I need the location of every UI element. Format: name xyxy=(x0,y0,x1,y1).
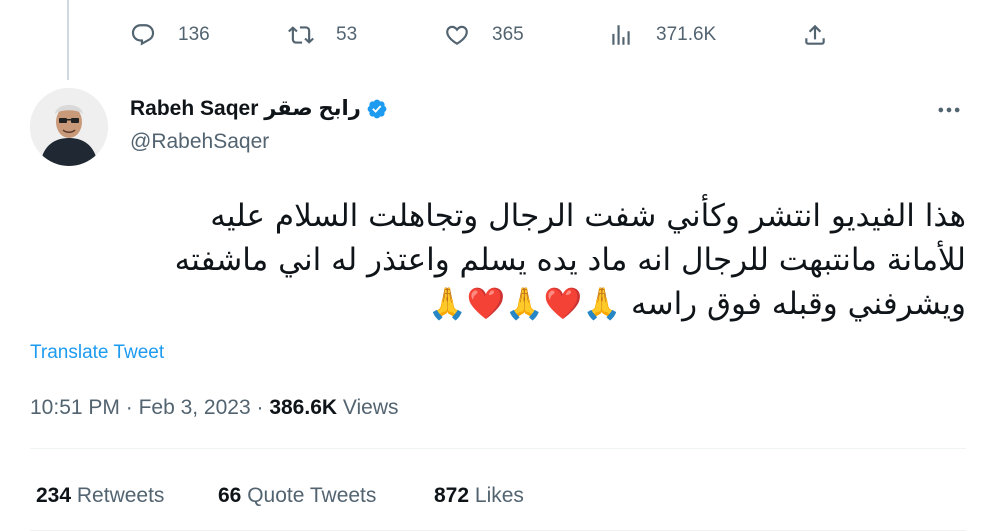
quote-tweets-stat-link[interactable]: 66 Quote Tweets xyxy=(218,484,376,508)
translate-tweet-link[interactable]: Translate Tweet xyxy=(30,342,164,364)
retweets-stat-label: Retweets xyxy=(76,484,165,507)
likes-stat-label: Likes xyxy=(474,484,524,507)
retweet-button[interactable]: 53 xyxy=(288,22,357,48)
reply-count: 136 xyxy=(178,24,210,45)
thread-connector-line xyxy=(67,0,69,80)
tweet-date[interactable]: Feb 3, 2023 xyxy=(139,396,251,419)
tweet-text-line: هذا الفيديو انتشر وكأني شفت الرجال وتجاه… xyxy=(210,198,966,234)
author-name-row[interactable]: Rabeh Saqer رابح صقر xyxy=(130,96,388,121)
tweet-views-label: Views xyxy=(342,396,399,419)
author-display-name[interactable]: Rabeh Saqer رابح صقر xyxy=(130,96,361,121)
author-handle[interactable]: @RabehSaqer xyxy=(130,130,269,154)
retweet-count: 53 xyxy=(336,24,358,45)
verified-badge-icon xyxy=(367,99,387,118)
tweet-views-count: 386.6K xyxy=(269,396,338,419)
share-icon xyxy=(805,24,825,45)
reply-button[interactable]: 136 xyxy=(130,22,210,48)
reply-icon xyxy=(131,24,155,46)
quotes-stat-count: 66 xyxy=(218,484,242,507)
tweet-text: هذا الفيديو انتشر وكأني شفت الرجال وتجاه… xyxy=(28,194,966,326)
views-button[interactable]: 371.6K xyxy=(608,22,716,48)
retweet-icon xyxy=(288,26,314,44)
more-options-button[interactable] xyxy=(932,96,966,124)
tweet-text-line: ويشرفني وقبله فوق راسه 🙏❤️🙏❤️🙏 xyxy=(428,286,966,322)
tweet-time[interactable]: 10:51 PM xyxy=(30,396,120,419)
like-button[interactable]: 365 xyxy=(444,22,524,48)
likes-stat-link[interactable]: 872 Likes xyxy=(434,484,524,508)
share-button[interactable] xyxy=(802,22,828,48)
views-count: 371.6K xyxy=(656,24,717,45)
more-horizontal-icon xyxy=(938,107,960,113)
bar-chart-icon xyxy=(612,25,630,45)
tweet-text-line: للأمانة مانتبهت للرجال انه ماد يده يسلم … xyxy=(174,242,966,278)
tweet-metadata: 10:51 PM · Feb 3, 2023 · 386.6K Views xyxy=(30,396,399,420)
divider xyxy=(30,448,966,449)
author-avatar[interactable] xyxy=(30,88,108,166)
likes-stat-count: 872 xyxy=(434,484,470,507)
retweets-stat-count: 234 xyxy=(36,484,72,507)
retweets-stat-link[interactable]: 234 Retweets xyxy=(36,484,164,508)
meta-separator: · xyxy=(256,396,270,419)
heart-icon xyxy=(446,25,468,45)
like-count: 365 xyxy=(492,24,524,45)
quotes-stat-label: Quote Tweets xyxy=(247,484,377,507)
meta-separator: · xyxy=(125,396,139,419)
avatar-image xyxy=(30,88,108,166)
